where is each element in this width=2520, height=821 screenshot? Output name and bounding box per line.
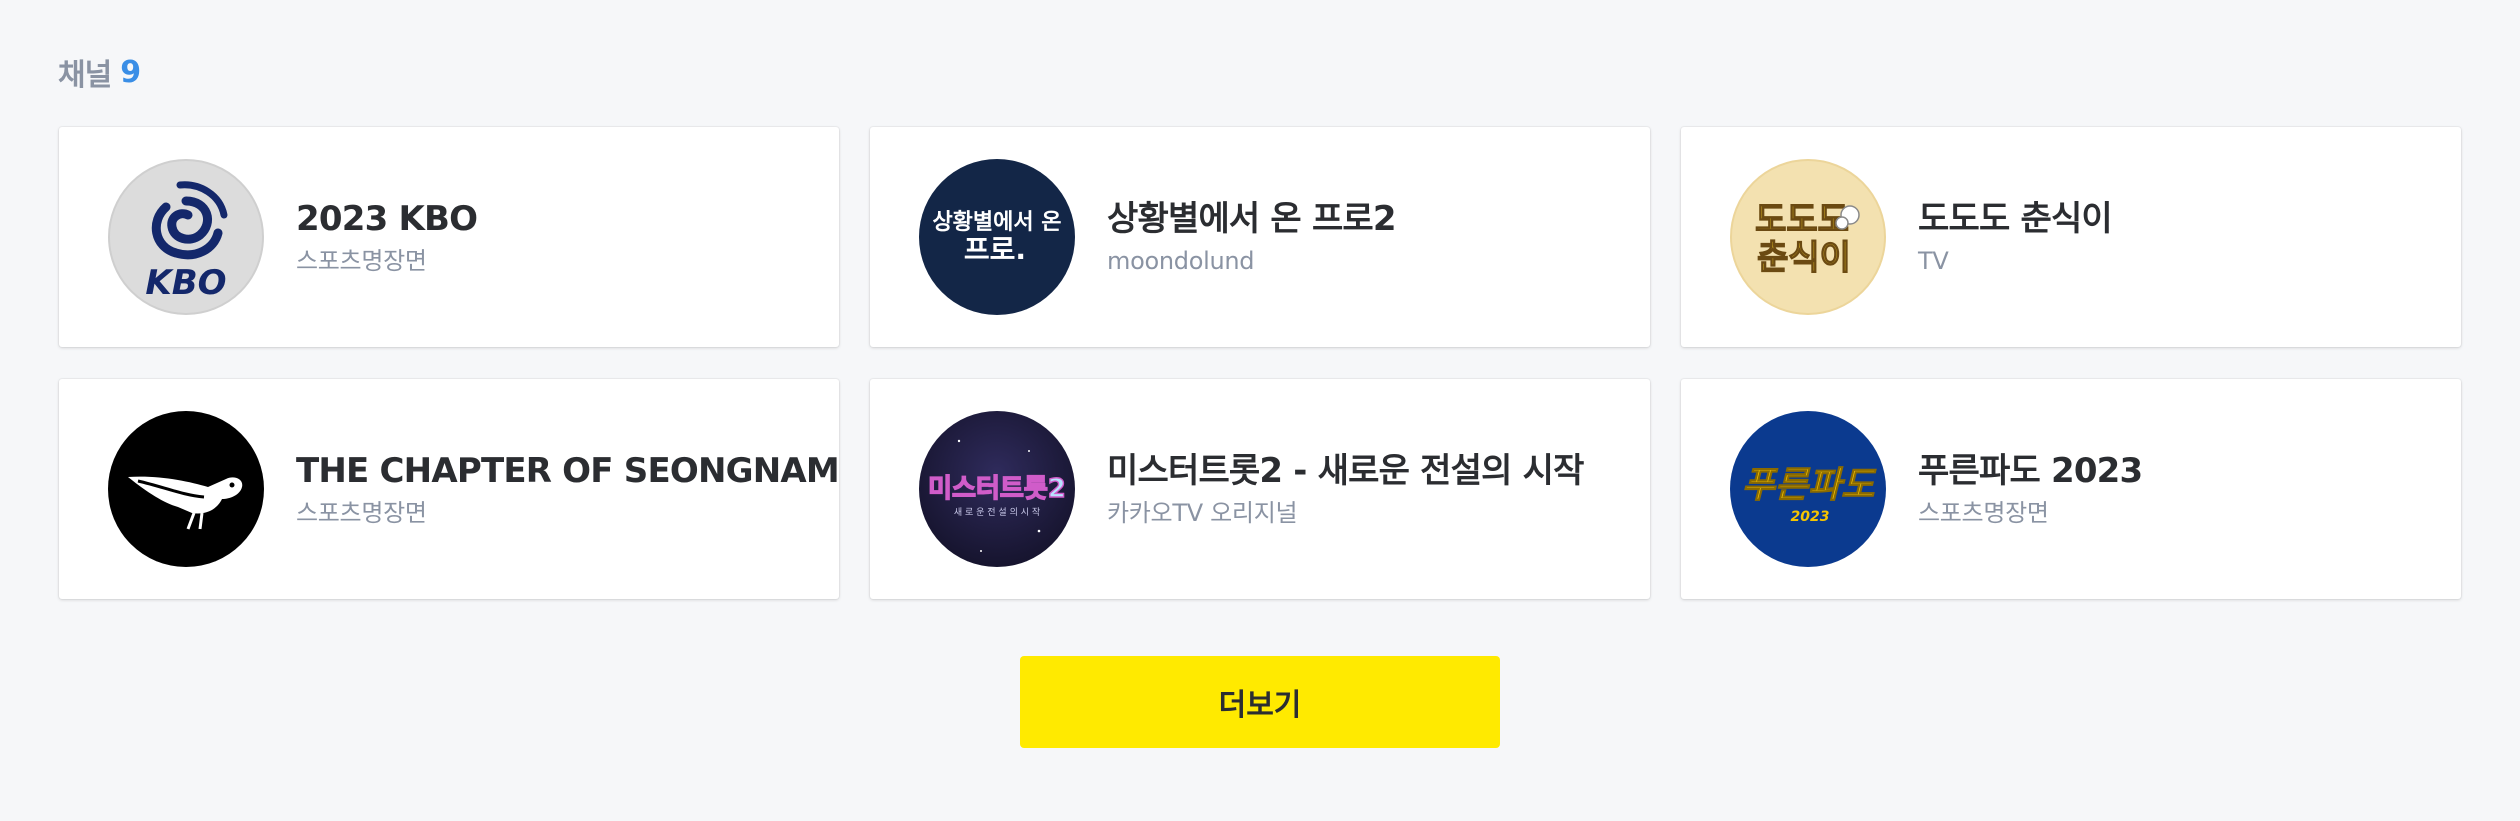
channel-card-sanghwang[interactable]: 상황별에서 온 프로. 상황별에서 온 프로2 moondolund — [870, 127, 1650, 347]
svg-text:춘식이: 춘식이 — [1757, 238, 1851, 278]
kbo-logo-icon: KBO — [108, 159, 264, 315]
channel-subtitle: 카카오TV 오리지널 — [1107, 499, 1298, 527]
channel-title: 2023 KBO — [296, 199, 478, 239]
channel-card-pureunpado[interactable]: 푸른파도 2023 푸른파도 2023 스포츠명장면 — [1681, 379, 2461, 599]
channel-count: 9 — [120, 54, 141, 90]
section-title: 채널 — [58, 58, 112, 93]
section-header: 채널 9 — [58, 52, 141, 94]
channel-subtitle: 스포츠명장면 — [296, 247, 427, 275]
svg-text:2023: 2023 — [1791, 509, 1830, 525]
channel-title: 푸른파도 2023 — [1918, 451, 2143, 491]
mistertrot-logo-icon: 미스터트롯2 새 로 운 전 설 의 시 작 — [919, 411, 1075, 567]
channel-subtitle: 스포츠명장면 — [296, 499, 427, 527]
svg-text:미스터트롯2: 미스터트롯2 — [928, 474, 1066, 504]
channel-info: 2023 KBO 스포츠명장면 — [296, 197, 478, 277]
channel-card-dododo[interactable]: 도도도 춘식이 도도도 춘식이 TV — [1681, 127, 2461, 347]
channel-card-mistertrot[interactable]: 미스터트롯2 새 로 운 전 설 의 시 작 미스터트롯2 - 새로운 전설의 … — [870, 379, 1650, 599]
channel-info: 푸른파도 2023 스포츠명장면 — [1918, 449, 2143, 529]
channel-grid: KBO 2023 KBO 스포츠명장면 상황별에서 온 프로. 상황별에서 온 … — [59, 127, 2461, 599]
channel-title: 상황별에서 온 프로2 — [1107, 199, 1397, 239]
channel-subtitle: 스포츠명장면 — [1918, 499, 2049, 527]
sanghwang-logo-icon: 상황별에서 온 프로. — [919, 159, 1075, 315]
channel-card-kbo[interactable]: KBO 2023 KBO 스포츠명장면 — [59, 127, 839, 347]
channel-info: 미스터트롯2 - 새로운 전설의 시작 카카오TV 오리지널 — [1107, 449, 1584, 529]
svg-text:새 로 운 전 설 의 시 작: 새 로 운 전 설 의 시 작 — [954, 507, 1040, 518]
channel-info: 도도도 춘식이 TV — [1918, 197, 2113, 277]
channel-title: THE CHAPTER OF SEONGNAM — [296, 451, 840, 491]
pureunpado-logo-icon: 푸른파도 2023 — [1730, 411, 1886, 567]
magpie-icon — [108, 411, 264, 567]
dododo-logo-icon: 도도도 춘식이 — [1730, 159, 1886, 315]
channel-info: 상황별에서 온 프로2 moondolund — [1107, 197, 1397, 277]
svg-text:푸른파도: 푸른파도 — [1742, 465, 1877, 506]
channel-title: 도도도 춘식이 — [1918, 199, 2113, 239]
channel-subtitle: TV — [1918, 247, 1949, 275]
channel-info: THE CHAPTER OF SEONGNAM 스포츠명장면 — [296, 449, 840, 529]
svg-text:상황별에서 온: 상황별에서 온 — [932, 210, 1061, 235]
svg-text:도도도: 도도도 — [1755, 200, 1849, 240]
svg-text:KBO: KBO — [145, 263, 226, 303]
channel-card-seongnam[interactable]: THE CHAPTER OF SEONGNAM 스포츠명장면 — [59, 379, 840, 599]
channel-title: 미스터트롯2 - 새로운 전설의 시작 — [1107, 451, 1584, 491]
channel-subtitle: moondolund — [1107, 247, 1255, 275]
svg-text:프로.: 프로. — [964, 233, 1026, 266]
more-button[interactable]: 더보기 — [1020, 656, 1500, 748]
